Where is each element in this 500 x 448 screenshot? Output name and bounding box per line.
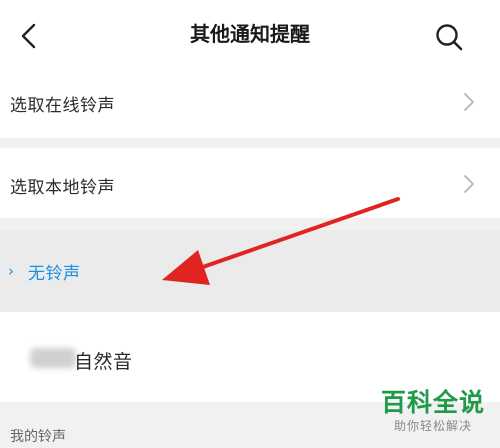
chevron-left-icon[interactable] bbox=[16, 22, 44, 50]
search-icon[interactable] bbox=[434, 22, 464, 52]
my-ringtones-section-label: 我的铃声 bbox=[10, 429, 66, 445]
watermark-subtitle: 助你轻松解决 bbox=[393, 419, 472, 433]
natural-sound-label: 自然音 bbox=[74, 351, 133, 373]
select-local-ringtone-row[interactable]: 选取本地铃声 bbox=[0, 148, 500, 218]
no-ringtone-label: 无铃声 bbox=[28, 264, 81, 284]
select-local-ringtone-label: 选取本地铃声 bbox=[10, 178, 115, 198]
top-bar: 其他通知提醒 bbox=[0, 0, 500, 68]
watermark-title: 百科全说 bbox=[380, 388, 485, 417]
blurred-text bbox=[30, 348, 76, 368]
chevron-right-icon bbox=[464, 175, 474, 193]
no-ringtone-row[interactable]: › 无铃声 bbox=[0, 230, 500, 312]
chevron-right-icon bbox=[464, 93, 474, 111]
select-online-ringtone-label: 选取在线铃声 bbox=[10, 96, 115, 116]
watermark-logo: 百科全说 助你轻松解决 bbox=[374, 388, 492, 434]
select-online-ringtone-row[interactable]: 选取在线铃声 bbox=[0, 68, 500, 138]
page-title: 其他通知提醒 bbox=[190, 22, 310, 46]
selected-indicator-icon: › bbox=[8, 262, 14, 280]
